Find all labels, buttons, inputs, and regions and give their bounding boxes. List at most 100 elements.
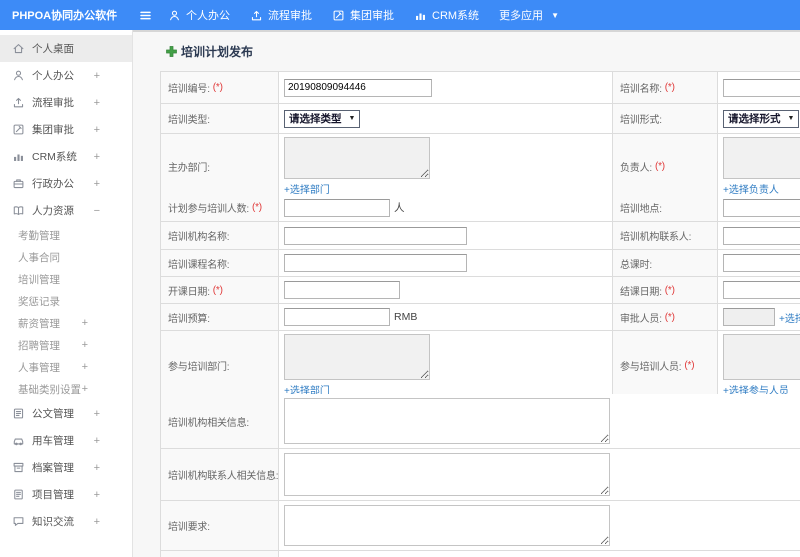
- field-label-text: 参与培训部门:: [168, 362, 230, 373]
- training-requirements-textarea[interactable]: [284, 505, 610, 546]
- field-cell: [718, 194, 800, 222]
- nav-item-more-apps[interactable]: 更多应用 ▼: [499, 7, 559, 23]
- sidebar-item-recruit-mgmt[interactable]: 招聘管理 +: [0, 334, 132, 356]
- field-label: 结课日期: (*): [613, 277, 718, 304]
- expander-plus-icon: +: [93, 96, 100, 109]
- training-no-input[interactable]: [284, 78, 432, 97]
- participating-staff-textarea[interactable]: [723, 334, 800, 380]
- chevron-down-icon: ▼: [787, 115, 795, 122]
- sidebar-item-group-approval[interactable]: 集团审批 +: [0, 116, 132, 143]
- training-course-name-input[interactable]: [284, 254, 467, 272]
- expander-plus-icon: +: [93, 123, 100, 136]
- nav-item-crm-system[interactable]: CRM系统: [414, 7, 479, 23]
- upload-icon: [12, 96, 25, 109]
- nav-label: 更多应用: [499, 10, 544, 22]
- required-marker: (*): [664, 284, 675, 296]
- field-label-text: 培训要求:: [168, 522, 210, 533]
- field-label: 计划参与培训人数: (*): [161, 194, 279, 222]
- training-name-input[interactable]: [723, 78, 800, 97]
- sidebar-item-workflow-approval[interactable]: 流程审批 +: [0, 89, 132, 116]
- field-cell: [279, 277, 613, 304]
- sidebar-item-human-resources[interactable]: 人力资源 −: [0, 197, 132, 224]
- chart-icon: [414, 9, 427, 22]
- nav-item-personal-office[interactable]: 个人办公: [168, 7, 230, 23]
- training-location-input[interactable]: [723, 198, 800, 217]
- sidebar-item-project-mgmt[interactable]: 项目管理 +: [0, 481, 132, 508]
- select-value: 请选择形式: [728, 113, 781, 125]
- sidebar-item-reward-punish-record[interactable]: 奖惩记录: [0, 290, 132, 312]
- field-label-text: 培训类型:: [168, 115, 210, 126]
- upload-icon: [250, 9, 263, 22]
- form-row: 培训编号:(*)培训名称:(*): [161, 72, 800, 104]
- body-row: 个人桌面 个人办公 + 流程审批 + 集团审批 + CRM系统 + 行政办公 + 人力资源 − 考勤管理人…: [0, 30, 800, 557]
- field-cell: 人: [279, 194, 613, 222]
- nav-label: 集团审批: [350, 10, 394, 22]
- leader-textarea[interactable]: [723, 137, 800, 179]
- book-icon: [12, 204, 25, 217]
- select-approver-link[interactable]: +选择审批人员: [779, 310, 800, 325]
- sidebar-item-hr-contract[interactable]: 人事合同: [0, 246, 132, 268]
- expander-plus-icon: +: [81, 317, 88, 329]
- field-cell: +选择部门: [279, 134, 613, 200]
- sidebar-item-doc-mgmt[interactable]: 公文管理 +: [0, 400, 132, 427]
- nav-item-workflow-approval[interactable]: 流程审批: [250, 7, 312, 23]
- car-icon: [12, 434, 25, 447]
- field-label-text: 总课时:: [620, 259, 652, 271]
- required-marker: (*): [684, 360, 695, 371]
- field-label: 开课日期: (*): [161, 277, 279, 304]
- sidebar-item-training-mgmt[interactable]: 培训管理: [0, 268, 132, 290]
- sidebar: 个人桌面 个人办公 + 流程审批 + 集团审批 + CRM系统 + 行政办公 + 人力资源 − 考勤管理人…: [0, 30, 133, 557]
- sidebar-item-crm-system[interactable]: CRM系统 +: [0, 143, 132, 170]
- form-row: 主办部门: +选择部门 负责人: (*) +选择负责人: [161, 134, 800, 200]
- sidebar-item-label: CRM系统: [32, 151, 77, 163]
- field-label-text: 审批人员:: [620, 313, 662, 325]
- start-date-input[interactable]: [284, 281, 400, 299]
- training-org-contact-input[interactable]: [723, 226, 800, 245]
- training-type-select[interactable]: 请选择类型 ▼: [284, 109, 361, 128]
- form-row: 培训课程名称: 总课时:: [161, 250, 800, 277]
- nav-item-group-approval[interactable]: 集团审批: [332, 7, 394, 23]
- end-date-input[interactable]: [723, 281, 800, 299]
- sidebar-item-personnel-mgmt[interactable]: 人事管理 +: [0, 356, 132, 378]
- training-form-select[interactable]: 请选择形式 ▼: [723, 109, 800, 128]
- sidebar-item-personal-office[interactable]: 个人办公 +: [0, 62, 132, 89]
- field-label: 培训形式:: [613, 104, 718, 134]
- top-nav: 个人办公 流程审批 集团审批 CRM系统 更多应用 ▼: [168, 7, 559, 23]
- field-cell: [718, 222, 800, 250]
- planned-participants-input[interactable]: [284, 198, 390, 217]
- field-label: 培训机构联系人相关信息:: [161, 449, 279, 501]
- sidebar-item-archive-mgmt[interactable]: 档案管理 +: [0, 454, 132, 481]
- host-department-textarea[interactable]: [284, 137, 430, 179]
- sidebar-item-label: 招聘管理: [18, 339, 60, 352]
- sidebar-item-label: 知识交流: [32, 516, 74, 528]
- field-label: 培训编号: (*): [161, 72, 279, 104]
- total-hours-input[interactable]: [723, 254, 800, 272]
- expander-plus-icon: +: [81, 339, 88, 351]
- sidebar-item-salary-mgmt[interactable]: 薪资管理 +: [0, 312, 132, 334]
- sidebar-item-personal-desktop[interactable]: 个人桌面: [0, 35, 132, 62]
- sidebar-item-vehicle-mgmt[interactable]: 用车管理 +: [0, 427, 132, 454]
- form-row: 参与培训部门: +选择部门 参与培训人员: (*) +选择参与人员: [161, 331, 800, 401]
- sidebar-item-admin-office[interactable]: 行政办公 +: [0, 170, 132, 197]
- field-label-text: 培训编号:: [168, 84, 210, 95]
- field-label: 附件文档:: [161, 551, 279, 557]
- approver-input[interactable]: [723, 308, 775, 326]
- training-org-name-input[interactable]: [284, 226, 467, 245]
- training-org-contact-info-textarea[interactable]: [284, 453, 610, 496]
- sidebar-item-attendance-mgmt[interactable]: 考勤管理: [0, 224, 132, 246]
- field-label: 培训课程名称:: [161, 250, 279, 277]
- field-label: 培训要求:: [161, 501, 279, 551]
- field-label-text: 培训预算:: [168, 313, 210, 325]
- participating-departments-textarea[interactable]: [284, 334, 430, 380]
- training-org-info-textarea[interactable]: [284, 398, 610, 444]
- field-cell: [279, 250, 613, 277]
- sidebar-item-label: 人事合同: [18, 251, 60, 264]
- field-label-text: 培训名称:: [620, 84, 662, 95]
- training-budget-input[interactable]: [284, 308, 390, 326]
- required-marker: (*): [212, 284, 223, 296]
- menu-toggle-icon[interactable]: [139, 9, 152, 22]
- expander-plus-icon: +: [93, 461, 100, 474]
- sidebar-item-base-category-settings[interactable]: 基础类别设置 +: [0, 378, 132, 400]
- user-icon: [168, 9, 181, 22]
- sidebar-item-knowledge-exchange[interactable]: 知识交流 +: [0, 508, 132, 535]
